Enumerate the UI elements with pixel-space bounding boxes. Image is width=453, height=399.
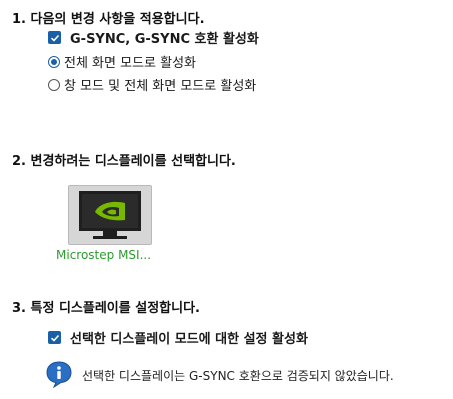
gsync-enable-label: G-SYNC, G-SYNC 호환 활성화 — [70, 32, 259, 47]
section2-heading: 2. 변경하려는 디스플레이를 선택합니다. — [12, 154, 236, 169]
display-name-label: Microstep MSI... — [56, 248, 152, 262]
monitor-icon — [79, 191, 141, 239]
radio-windowed-label: 창 모드 및 전체 화면 모드로 활성화 — [64, 79, 257, 94]
checkmark-icon — [48, 31, 61, 44]
gsync-enable-checkbox[interactable]: G-SYNC, G-SYNC 호환 활성화 — [48, 28, 259, 47]
section1-heading: 1. 다음의 변경 사항을 적용합니다. — [12, 12, 205, 27]
display-selector-tile[interactable] — [68, 185, 152, 245]
info-icon — [46, 361, 72, 388]
display-mode-settings-checkbox[interactable]: 선택한 디스플레이 모드에 대한 설정 활성화 — [48, 328, 308, 347]
info-message: 선택한 디스플레이는 G-SYNC 호환으로 검증되지 않았습니다. — [82, 369, 394, 383]
radio-windowed-fullscreen[interactable]: 창 모드 및 전체 화면 모드로 활성화 — [48, 75, 256, 94]
radio-button-selected — [48, 55, 60, 68]
checkmark-icon — [48, 331, 61, 344]
radio-fullscreen[interactable]: 전체 화면 모드로 활성화 — [48, 52, 196, 71]
display-mode-settings-label: 선택한 디스플레이 모드에 대한 설정 활성화 — [70, 332, 308, 347]
radio-fullscreen-label: 전체 화면 모드로 활성화 — [64, 56, 196, 71]
radio-button — [48, 78, 60, 91]
section3-heading: 3. 특정 디스플레이를 설정합니다. — [12, 301, 200, 316]
